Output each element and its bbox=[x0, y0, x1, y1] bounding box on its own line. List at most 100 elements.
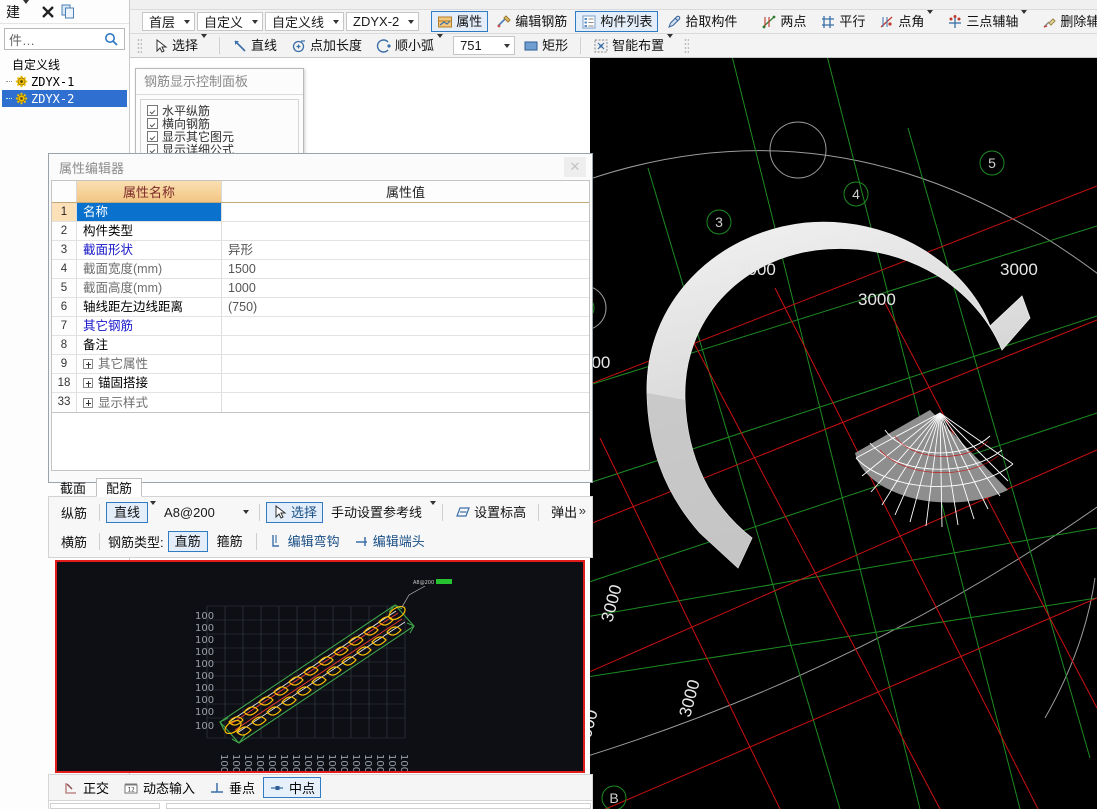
row-value[interactable] bbox=[222, 393, 589, 412]
chevron-down-icon[interactable] bbox=[667, 34, 674, 53]
row-name[interactable]: 其它钢筋 bbox=[77, 317, 222, 335]
expand-icon[interactable] bbox=[83, 359, 93, 369]
row-name[interactable]: 截面形状 bbox=[77, 241, 222, 259]
checkbox-icon[interactable] bbox=[147, 131, 158, 142]
edit-end-button[interactable]: 编辑端头 bbox=[348, 531, 431, 552]
close-x-icon[interactable] bbox=[39, 3, 57, 21]
set-elevation-button[interactable]: 设置标高 bbox=[449, 502, 532, 523]
straight-rebar-button[interactable]: 直筋 bbox=[167, 530, 208, 552]
row-value[interactable]: 异形 bbox=[222, 241, 589, 259]
tree-item-zdyx-2[interactable]: ZDYX-2 bbox=[2, 90, 127, 107]
drawing-status-bar[interactable]: 正交 12 动态输入 垂点 中点 bbox=[48, 774, 593, 801]
toolbar-grip-4[interactable] bbox=[684, 37, 690, 54]
row-name[interactable]: 轴线距左边线距离 bbox=[77, 298, 222, 316]
parallel-axis-button[interactable]: 平行 bbox=[814, 11, 871, 32]
row-value[interactable] bbox=[222, 374, 589, 392]
perpendicular-snap-toggle[interactable]: 垂点 bbox=[203, 777, 261, 798]
chevron-down-icon[interactable] bbox=[430, 501, 437, 519]
row-value[interactable] bbox=[222, 222, 589, 240]
pick-component-button[interactable]: 拾取构件 bbox=[660, 11, 743, 32]
chevron-down-icon[interactable] bbox=[150, 501, 157, 519]
table-row[interactable]: 6 轴线距左边线距离 (750) bbox=[52, 298, 589, 317]
properties-button[interactable]: 属性 bbox=[431, 11, 489, 32]
close-icon[interactable]: ✕ bbox=[564, 157, 586, 177]
rebar-select-button[interactable]: 选择 bbox=[266, 501, 324, 523]
row-value[interactable]: 1000 bbox=[222, 279, 589, 297]
smart-layout-button[interactable]: 智能布置 bbox=[587, 34, 679, 56]
chevron-down-icon[interactable] bbox=[927, 10, 934, 29]
edit-rebar-button[interactable]: 编辑钢筋 bbox=[490, 11, 573, 32]
table-row[interactable]: 2 构件类型 bbox=[52, 222, 589, 241]
floor-combo[interactable]: 首层 bbox=[142, 12, 196, 31]
table-row[interactable]: 9 其它属性 bbox=[52, 355, 589, 374]
chevron-down-icon[interactable] bbox=[1021, 10, 1028, 29]
point-angle-axis-button[interactable]: 点角 bbox=[873, 10, 939, 32]
chevron-down-icon[interactable] bbox=[201, 34, 208, 53]
chevron-down-icon[interactable] bbox=[403, 13, 418, 30]
select-tool-button[interactable]: 选择 bbox=[147, 34, 213, 56]
row-value[interactable]: 1500 bbox=[222, 260, 589, 278]
table-row[interactable]: 8 备注 bbox=[52, 336, 589, 355]
search-box[interactable]: 件… bbox=[4, 28, 125, 50]
new-component-button[interactable]: 建 bbox=[2, 0, 37, 22]
minor-arc-button[interactable]: 顺小弧 bbox=[370, 34, 449, 56]
row-value[interactable]: (750) bbox=[222, 298, 589, 316]
cad-3d-viewport[interactable]: 3 4 5 B 2000 3000 3000 000 3000 3000 200… bbox=[590, 58, 1097, 809]
radius-input[interactable]: 751 bbox=[453, 36, 516, 55]
shape-line-button[interactable]: 直线 bbox=[106, 501, 149, 523]
navigator-toolbar[interactable]: 建 bbox=[0, 0, 129, 24]
rectangle-tool-button[interactable]: 矩形 bbox=[517, 35, 574, 56]
table-row[interactable]: 7 其它钢筋 bbox=[52, 317, 589, 336]
chevron-down-icon[interactable] bbox=[437, 34, 444, 53]
delete-axis-button[interactable]: 删除辅轴 bbox=[1035, 11, 1097, 32]
search-input[interactable]: 件… bbox=[5, 30, 98, 49]
three-point-axis-button[interactable]: 三点辅轴 bbox=[941, 10, 1033, 32]
line-tool-button[interactable]: 直线 bbox=[226, 35, 283, 56]
row-name[interactable]: 构件类型 bbox=[77, 222, 222, 240]
toolbar-row-partial[interactable] bbox=[130, 0, 1097, 10]
chevron-down-icon[interactable] bbox=[247, 13, 262, 30]
row-name[interactable]: 备注 bbox=[77, 336, 222, 354]
table-row[interactable]: 33 显示样式 bbox=[52, 393, 589, 412]
section-tabs[interactable]: 截面 配筋 bbox=[50, 477, 143, 497]
table-row[interactable]: 1 名称 bbox=[52, 203, 589, 222]
ortho-toggle[interactable]: 正交 bbox=[57, 777, 115, 798]
stirrup-button[interactable]: 箍筋 bbox=[210, 531, 250, 552]
expand-icon[interactable] bbox=[83, 397, 93, 408]
table-row[interactable]: 3 截面形状 异形 bbox=[52, 241, 589, 260]
manual-reference-line-button[interactable]: 手动设置参考线 bbox=[325, 502, 428, 523]
toolbar-row-draw[interactable]: 选择 直线 点加长度 顺小弧 751 矩形 智能布置 bbox=[130, 34, 1097, 58]
overflow-chevron-icon[interactable]: » bbox=[579, 503, 586, 518]
row-name[interactable]: 显示样式 bbox=[77, 393, 222, 412]
rebar-spec-combo[interactable]: A8@200 bbox=[158, 503, 253, 522]
search-icon[interactable] bbox=[98, 29, 124, 49]
rebar-toolbar-row-longitudinal[interactable]: 纵筋 直线 A8@200 选择 手动设置参考线 设置标高 弹出 bbox=[49, 497, 592, 527]
component-tree[interactable]: 自定义线 ZDYX-1 ZDYX-2 bbox=[2, 56, 127, 107]
toolbar-grip-3[interactable] bbox=[137, 37, 142, 54]
row-name[interactable]: 截面宽度(mm) bbox=[77, 260, 222, 278]
chevron-down-icon[interactable] bbox=[23, 0, 33, 19]
component-name-combo[interactable]: ZDYX-2 bbox=[346, 12, 420, 31]
row-value[interactable] bbox=[222, 317, 589, 335]
edit-hook-button[interactable]: 编辑弯钩 bbox=[263, 531, 346, 552]
tree-root-node[interactable]: 自定义线 bbox=[2, 56, 127, 73]
row-value[interactable] bbox=[222, 203, 589, 221]
chevron-down-icon[interactable] bbox=[328, 13, 343, 30]
category-combo[interactable]: 自定义 bbox=[197, 12, 264, 31]
table-row[interactable]: 5 截面高度(mm) 1000 bbox=[52, 279, 589, 298]
checkbox-icon[interactable] bbox=[147, 105, 158, 116]
rebar-preview-canvas[interactable]: A8@200 100 100 100 100 100 100 100 100 100 100… bbox=[55, 560, 585, 773]
copy-icon[interactable] bbox=[59, 3, 77, 21]
tab-reinforcement[interactable]: 配筋 bbox=[96, 478, 143, 497]
toolbar-row-main[interactable]: 首层 自定义 自定义线 ZDYX-2 属性 编辑钢筋 构件列表 拾取构件 两点 … bbox=[130, 10, 1097, 34]
component-type-combo[interactable]: 自定义线 bbox=[265, 12, 345, 31]
add-length-button[interactable]: 点加长度 bbox=[285, 35, 368, 56]
table-row[interactable]: 18 锚固搭接 bbox=[52, 374, 589, 393]
row-name[interactable]: 其它属性 bbox=[77, 355, 222, 373]
two-point-axis-button[interactable]: 两点 bbox=[755, 11, 812, 32]
dynamic-input-toggle[interactable]: 12 动态输入 bbox=[117, 777, 201, 798]
chevron-down-icon[interactable] bbox=[499, 37, 514, 54]
tree-item-zdyx-1[interactable]: ZDYX-1 bbox=[2, 73, 127, 90]
property-grid[interactable]: 属性名称 属性值 1 名称 2 构件类型 3 截面形状 异形 4 截面宽度(mm… bbox=[51, 180, 590, 413]
row-name[interactable]: 截面高度(mm) bbox=[77, 279, 222, 297]
